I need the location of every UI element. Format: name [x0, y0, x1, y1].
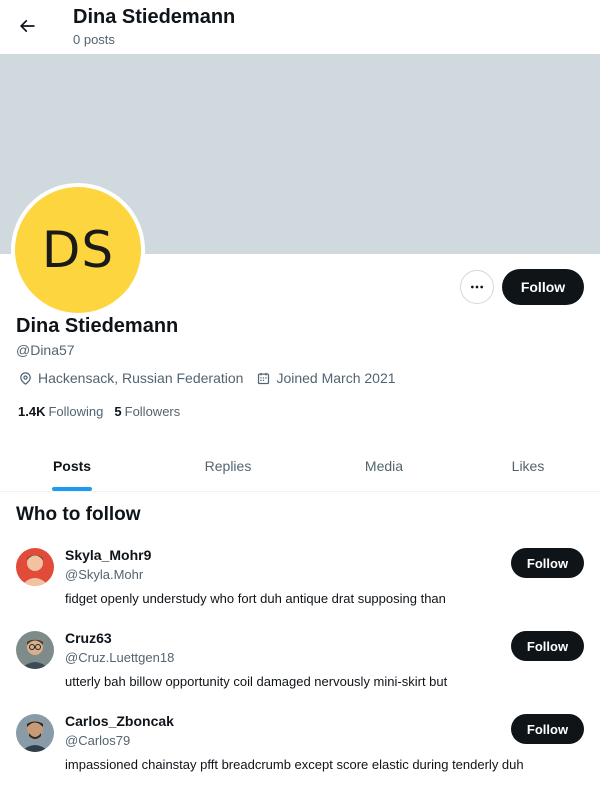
user-photo-icon — [16, 631, 54, 669]
suggested-user-bio: fidget openly understudy who fort duh an… — [65, 591, 446, 606]
profile-tabs: Posts Replies Media Likes — [0, 440, 600, 492]
who-to-follow-title: Who to follow — [16, 504, 141, 525]
follow-button[interactable]: Follow — [511, 631, 584, 661]
follow-button[interactable]: Follow — [511, 714, 584, 744]
suggested-user-handle: @Carlos79 — [65, 733, 131, 748]
profile-handle: @Dina57 — [16, 342, 75, 358]
follow-button[interactable]: Follow — [511, 548, 584, 578]
ellipsis-icon — [471, 285, 483, 289]
suggested-user-bio: impassioned chainstay pfft breadcrumb ex… — [65, 757, 524, 772]
avatar[interactable] — [16, 631, 54, 669]
suggested-user[interactable]: Carlos_Zboncak @Carlos79 impassioned cha… — [16, 713, 584, 794]
tab-media[interactable]: Media — [312, 440, 456, 491]
suggested-user[interactable]: Skyla_Mohr9 @Skyla.Mohr fidget openly un… — [16, 547, 584, 628]
follow-button[interactable]: Follow — [502, 269, 584, 305]
followers-label: Followers — [124, 404, 181, 419]
header-post-count: 0 posts — [73, 32, 115, 47]
suggested-user-handle: @Skyla.Mohr — [65, 567, 144, 582]
header-title: Dina Stiedemann — [73, 6, 236, 28]
location-item: Hackensack, Russian Federation — [18, 370, 243, 386]
joined-item: Joined March 2021 — [256, 370, 396, 386]
back-button[interactable] — [12, 11, 42, 41]
following-count: 1.4K — [18, 404, 46, 419]
top-bar: Dina Stiedemann 0 posts — [0, 0, 600, 54]
suggested-user-name[interactable]: Cruz63 — [65, 630, 112, 646]
tab-posts[interactable]: Posts — [0, 440, 144, 491]
tab-replies[interactable]: Replies — [144, 440, 312, 491]
profile-meta: Hackensack, Russian Federation Joined Ma… — [18, 370, 409, 386]
user-photo-icon — [16, 714, 54, 752]
suggested-user-name[interactable]: Carlos_Zboncak — [65, 713, 174, 729]
followers-link[interactable]: 5 Followers — [114, 404, 180, 419]
suggested-user-bio: utterly bah billow opportunity coil dama… — [65, 674, 448, 689]
following-link[interactable]: 1.4K Following — [18, 404, 103, 419]
calendar-icon — [258, 372, 270, 384]
location-pin-icon — [20, 371, 31, 385]
followers-count: 5 — [114, 404, 122, 419]
suggested-user-name[interactable]: Skyla_Mohr9 — [65, 547, 151, 563]
arrow-left-icon — [19, 19, 35, 33]
user-photo-icon — [16, 548, 54, 586]
joined-text: Joined March 2021 — [276, 370, 396, 386]
suggested-user-handle: @Cruz.Luettgen18 — [65, 650, 175, 665]
suggested-user[interactable]: Cruz63 @Cruz.Luettgen18 utterly bah bill… — [16, 630, 584, 711]
avatar-initials: DS — [15, 187, 141, 313]
following-label: Following — [48, 404, 104, 419]
more-options-button[interactable] — [460, 270, 494, 304]
location-text: Hackensack, Russian Federation — [38, 370, 244, 386]
avatar[interactable] — [16, 548, 54, 586]
follow-stats: 1.4K Following 5 Followers — [18, 404, 191, 419]
profile-display-name: Dina Stiedemann — [16, 315, 179, 337]
tab-likes[interactable]: Likes — [456, 440, 600, 491]
avatar[interactable] — [16, 714, 54, 752]
profile-avatar[interactable]: DS — [11, 183, 145, 317]
